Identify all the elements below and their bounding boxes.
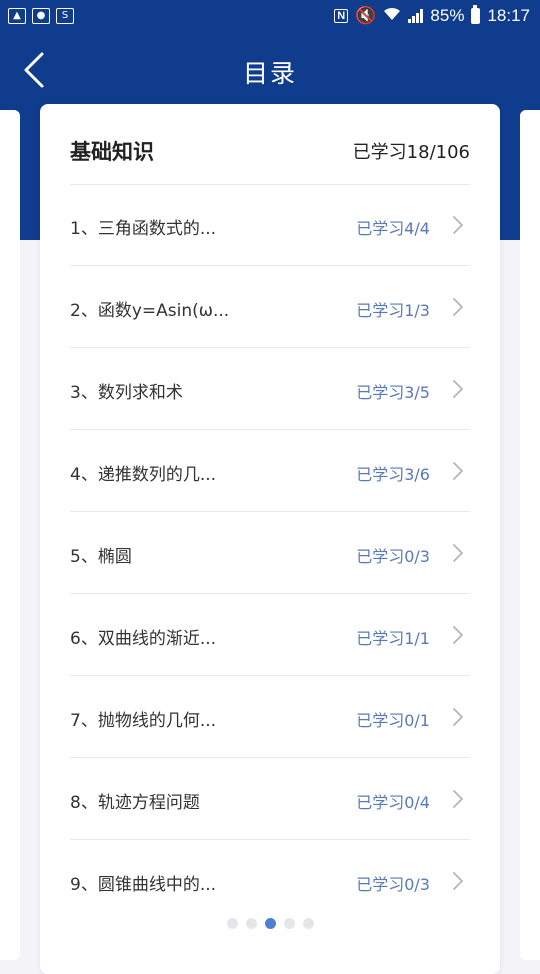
clock: 18:17 bbox=[487, 6, 530, 25]
battery-icon bbox=[471, 5, 481, 24]
chapter-item[interactable]: 3、数列求和术 已学习3/5 bbox=[70, 348, 470, 430]
chapter-title: 3、数列求和术 bbox=[70, 383, 183, 403]
chapter-item[interactable]: 4、递推数列的几... 已学习3/6 bbox=[70, 430, 470, 512]
chapter-item[interactable]: 7、抛物线的几何... 已学习0/1 bbox=[70, 676, 470, 758]
page-dot[interactable] bbox=[302, 918, 314, 929]
chevron-right-icon bbox=[453, 708, 463, 726]
chevron-right-icon bbox=[453, 872, 463, 890]
nfc-icon: N bbox=[334, 9, 349, 23]
chapter-progress: 已学习3/6 bbox=[356, 465, 430, 484]
chapter-item[interactable]: 9、圆锥曲线中的... 已学习0/3 bbox=[70, 840, 470, 922]
app-s-icon: S bbox=[56, 8, 74, 24]
chapter-list: 1、三角函数式的... 已学习4/4 2、函数y=Asin(ω... 已学习1/… bbox=[70, 184, 470, 922]
chapter-progress: 已学习4/4 bbox=[356, 219, 430, 238]
battery-percent: 85% bbox=[430, 6, 465, 25]
chapter-item[interactable]: 2、函数y=Asin(ω... 已学习1/3 bbox=[70, 266, 470, 348]
chapter-title: 7、抛物线的几何... bbox=[70, 711, 217, 731]
section-header: 基础知识 已学习18/106 bbox=[70, 104, 470, 185]
page-title: 目录 bbox=[242, 59, 297, 88]
next-card-peek[interactable] bbox=[520, 110, 540, 960]
chapter-progress: 已学习0/4 bbox=[356, 793, 430, 812]
catalog-card: 基础知识 已学习18/106 1、三角函数式的... 已学习4/4 2、函数y=… bbox=[40, 104, 500, 974]
wechat-icon: ● bbox=[32, 8, 50, 24]
section-progress: 已学习18/106 bbox=[352, 142, 470, 163]
status-bar: ▲ ● S N 🔇 85% 18:17 bbox=[0, 0, 540, 34]
chevron-right-icon bbox=[453, 626, 463, 644]
chapter-title: 1、三角函数式的... bbox=[70, 219, 217, 239]
page-dot-active[interactable] bbox=[264, 918, 276, 929]
previous-card-peek[interactable] bbox=[0, 110, 20, 960]
chevron-right-icon bbox=[453, 216, 463, 234]
chapter-title: 9、圆锥曲线中的... bbox=[70, 875, 217, 895]
signal-icon bbox=[408, 9, 424, 23]
chapter-progress: 已学习1/1 bbox=[356, 629, 430, 648]
chevron-right-icon bbox=[453, 380, 463, 398]
wifi-icon bbox=[383, 6, 401, 26]
system-status: N 🔇 85% 18:17 bbox=[334, 5, 530, 26]
chapter-progress: 已学习3/5 bbox=[356, 383, 430, 402]
notification-icons: ▲ ● S bbox=[8, 8, 74, 24]
chapter-item[interactable]: 6、双曲线的渐近... 已学习1/1 bbox=[70, 594, 470, 676]
chapter-title: 6、双曲线的渐近... bbox=[70, 629, 217, 649]
chapter-progress: 已学习0/3 bbox=[356, 547, 430, 566]
chapter-item[interactable]: 8、轨迹方程问题 已学习0/4 bbox=[70, 758, 470, 840]
chapter-progress: 已学习1/3 bbox=[356, 301, 430, 320]
page-indicator bbox=[40, 918, 500, 929]
chapter-progress: 已学习0/1 bbox=[356, 711, 430, 730]
chapter-item[interactable]: 1、三角函数式的... 已学习4/4 bbox=[70, 184, 470, 266]
section-title: 基础知识 bbox=[70, 140, 154, 164]
chapter-title: 2、函数y=Asin(ω... bbox=[70, 301, 230, 321]
chapter-title: 4、递推数列的几... bbox=[70, 465, 217, 485]
gallery-icon: ▲ bbox=[8, 8, 26, 24]
chevron-right-icon bbox=[453, 790, 463, 808]
chevron-right-icon bbox=[453, 462, 463, 480]
page-dot[interactable] bbox=[245, 918, 257, 929]
chapter-title: 8、轨迹方程问题 bbox=[70, 793, 200, 813]
chapter-progress: 已学习0/3 bbox=[356, 875, 430, 894]
chapter-title: 5、椭圆 bbox=[70, 547, 132, 567]
nav-bar: 目录 bbox=[0, 38, 540, 102]
page-dot[interactable] bbox=[283, 918, 295, 929]
chevron-right-icon bbox=[453, 544, 463, 562]
page-dot[interactable] bbox=[226, 918, 238, 929]
chapter-item[interactable]: 5、椭圆 已学习0/3 bbox=[70, 512, 470, 594]
mute-icon: 🔇 bbox=[355, 6, 377, 25]
chevron-right-icon bbox=[453, 298, 463, 316]
